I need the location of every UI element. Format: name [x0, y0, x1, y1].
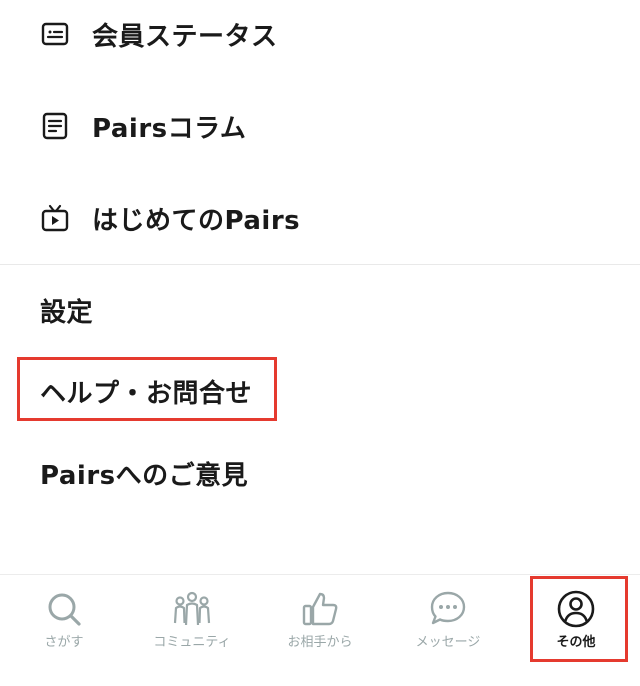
message-icon	[428, 589, 468, 629]
tab-label: メッセージ	[415, 635, 481, 650]
menu-item-label: 会員ステータス	[92, 21, 278, 52]
profile-icon	[556, 589, 596, 629]
help-contact-link[interactable]: ヘルプ・お問合せ	[40, 373, 252, 410]
feedback-link[interactable]: Pairsへのご意見	[40, 455, 248, 492]
section-divider	[0, 264, 640, 265]
menu-item-beginners-guide[interactable]: はじめてのPairs	[0, 188, 640, 248]
search-icon	[44, 589, 84, 629]
tab-label: その他	[556, 635, 596, 650]
member-card-icon	[40, 19, 70, 49]
menu-item-label: Pairsコラム	[92, 113, 247, 144]
tab-search[interactable]: さがす	[0, 575, 128, 686]
community-icon	[172, 589, 212, 629]
tab-label: お相手から	[287, 635, 353, 650]
tab-other[interactable]: その他	[512, 575, 640, 686]
other-menu-page: 会員ステータス Pairsコラム はじめてのPairs 設定 ヘルプ・お問合せ …	[0, 0, 640, 686]
tab-community[interactable]: コミュニティ	[128, 575, 256, 686]
settings-link[interactable]: 設定	[40, 292, 93, 329]
document-icon	[40, 111, 70, 141]
tab-label: さがす	[44, 635, 84, 650]
tab-likes[interactable]: お相手から	[256, 575, 384, 686]
tab-label: コミュニティ	[153, 635, 231, 650]
thumbs-up-icon	[300, 589, 340, 629]
bottom-tab-bar: さがす コミュニティ お相手から メッセージ その他	[0, 574, 640, 686]
menu-item-member-status[interactable]: 会員ステータス	[0, 4, 640, 64]
menu-item-label: はじめてのPairs	[92, 205, 301, 236]
tv-play-icon	[40, 203, 70, 233]
menu-item-column[interactable]: Pairsコラム	[0, 96, 640, 156]
tab-messages[interactable]: メッセージ	[384, 575, 512, 686]
